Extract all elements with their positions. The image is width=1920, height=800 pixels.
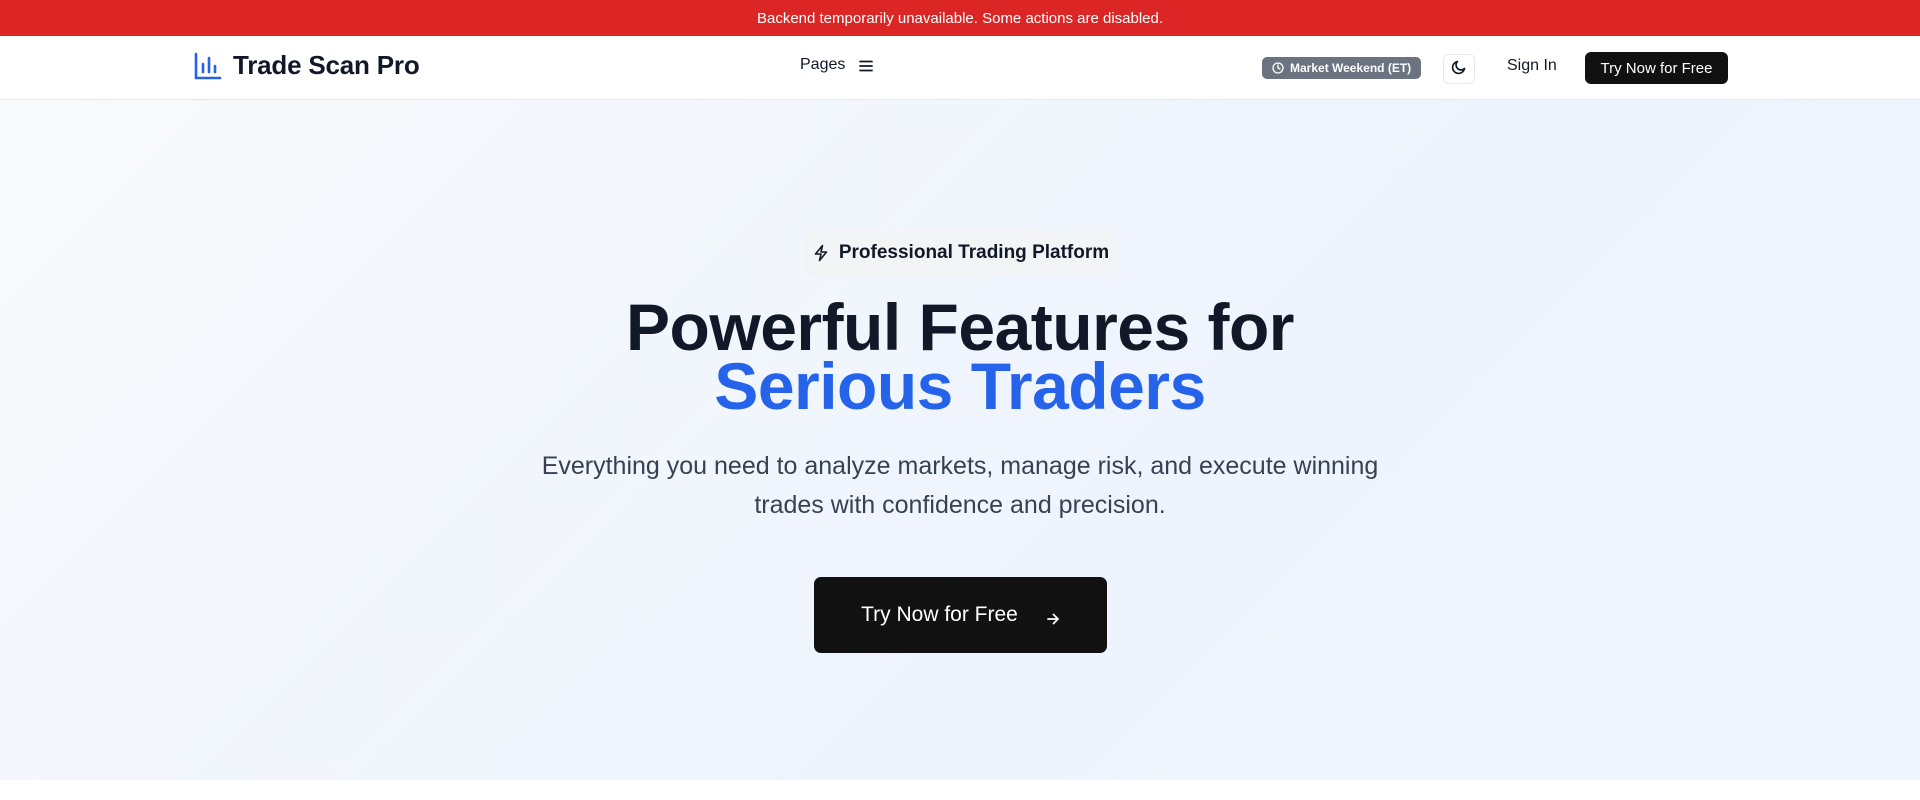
pages-menu-label: Pages	[800, 56, 846, 73]
hero-subtitle: Everything you need to analyze markets, …	[541, 452, 1379, 519]
brand-logo-link[interactable]: Trade Scan Pro	[193, 50, 420, 81]
cta-label: Try Now for Free	[861, 603, 1018, 626]
alert-message: Backend temporarily unavailable. Some ac…	[756, 9, 1164, 27]
market-status-badge: Market Weekend (ET)	[1262, 57, 1422, 79]
brand-name: Trade Scan Pro	[233, 50, 420, 80]
try-now-nav-button[interactable]: Try Now for Free	[1585, 52, 1728, 84]
clock-icon	[1272, 62, 1284, 74]
hero-title-line2: Serious Traders	[714, 349, 1206, 423]
bar-chart-icon	[193, 51, 223, 81]
backend-alert-banner: Backend temporarily unavailable. Some ac…	[0, 0, 1920, 36]
try-now-hero-button[interactable]: Try Now for Free	[814, 577, 1107, 653]
moon-icon	[1451, 59, 1467, 80]
market-status-text: Market Weekend (ET)	[1290, 61, 1412, 75]
hero-section: Professional Trading Platform Powerful F…	[0, 100, 1920, 780]
platform-badge: Professional Trading Platform	[804, 230, 1118, 276]
platform-badge-text: Professional Trading Platform	[838, 242, 1110, 263]
arrow-right-icon	[1046, 608, 1060, 625]
sign-in-link[interactable]: Sign In	[1507, 57, 1557, 75]
lightning-bolt-icon	[813, 244, 829, 262]
pages-menu-button[interactable]: Pages	[800, 56, 874, 74]
hamburger-menu-icon	[859, 59, 874, 72]
theme-toggle-button[interactable]	[1443, 54, 1475, 84]
top-navbar: Trade Scan Pro Pages Market Weekend (ET)…	[0, 36, 1920, 100]
